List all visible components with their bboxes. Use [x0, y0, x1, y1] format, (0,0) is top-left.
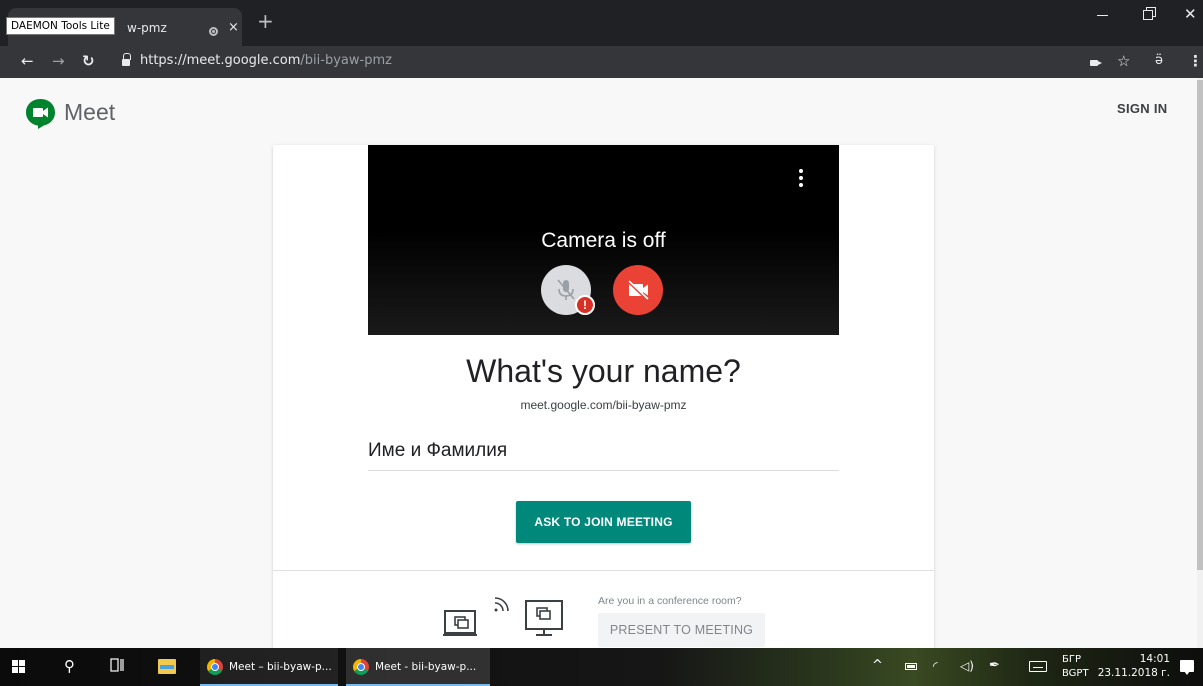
- taskbar-app-label: Meet - bii-byaw-p...: [375, 661, 477, 673]
- more-options-icon[interactable]: [798, 169, 804, 187]
- file-explorer-icon[interactable]: [158, 659, 176, 674]
- clock-time: 14:01: [1139, 653, 1170, 665]
- extension-icon[interactable]: ӛ: [1155, 52, 1163, 70]
- clock-date: 23.11.2018 г.: [1097, 667, 1170, 679]
- camera-toggle-button[interactable]: [613, 265, 663, 315]
- system-clock[interactable]: 14:01 23.11.2018 г.: [1092, 653, 1170, 680]
- url-scheme: https://: [140, 53, 187, 68]
- chrome-icon: [207, 659, 223, 675]
- window-close-icon[interactable]: ✕: [1184, 6, 1197, 22]
- windows-start-icon[interactable]: [12, 660, 26, 674]
- chrome-icon: [353, 659, 369, 675]
- forward-arrow-icon[interactable]: →: [52, 51, 65, 71]
- ask-to-join-button[interactable]: ASK TO JOIN MEETING: [516, 501, 691, 543]
- star-icon[interactable]: ☆: [1117, 52, 1130, 70]
- taskbar-app-chrome-2[interactable]: Meet - bii-byaw-p...: [346, 648, 490, 686]
- name-prompt: What's your name?: [466, 353, 741, 389]
- restore-icon[interactable]: [1143, 7, 1157, 21]
- pen-icon[interactable]: ✒: [989, 657, 1000, 675]
- menu-icon[interactable]: ⋮: [1188, 52, 1203, 70]
- reload-icon[interactable]: ↻: [82, 51, 95, 71]
- tab-title: w-pmz: [127, 21, 167, 35]
- meet-page: Meet SIGN IN Camera is off ! What's your…: [0, 78, 1203, 648]
- back-arrow-icon[interactable]: ←: [21, 51, 34, 71]
- recording-indicator-icon: [209, 27, 218, 36]
- wifi-icon[interactable]: ◜: [933, 657, 938, 675]
- camera-icon[interactable]: [1090, 60, 1102, 66]
- meeting-link: meet.google.com/bii-byaw-pmz: [520, 398, 687, 412]
- new-tab-button[interactable]: +: [257, 10, 274, 32]
- meet-brand: Meet: [64, 99, 116, 125]
- task-view-icon[interactable]: [110, 658, 124, 672]
- mic-alert-icon: !: [575, 295, 595, 315]
- taskbar-app-chrome-1[interactable]: Meet – bii-byaw-p...: [200, 648, 338, 686]
- lock-icon[interactable]: [122, 53, 131, 67]
- browser-toolbar: ← → ↻ https://meet.google.com/bii-byaw-p…: [0, 46, 1203, 78]
- camera-status: Camera is off: [541, 229, 666, 252]
- show-hidden-icons-icon[interactable]: ^: [872, 658, 883, 674]
- join-card: Camera is off ! What's your name? meet.g…: [273, 145, 934, 648]
- tab-close-icon[interactable]: ×: [228, 21, 239, 35]
- conference-room-icon: [443, 597, 563, 636]
- camera-off-icon: [626, 279, 650, 302]
- scrollbar-thumb[interactable]: [1197, 80, 1203, 570]
- touch-keyboard-icon[interactable]: [1029, 661, 1047, 672]
- conference-room-question: Are you in a conference room?: [598, 595, 742, 607]
- tab-tooltip: DAEMON Tools Lite: [6, 17, 115, 35]
- meet-logo-icon[interactable]: [24, 97, 57, 130]
- page-scrollbar[interactable]: [1197, 78, 1203, 648]
- name-input[interactable]: [368, 431, 839, 471]
- minimize-icon[interactable]: [1097, 5, 1109, 25]
- search-icon[interactable]: ⚲: [64, 657, 75, 675]
- url-host: meet.google.com: [186, 53, 301, 68]
- taskbar-app-label: Meet – bii-byaw-p...: [229, 661, 332, 673]
- notifications-icon[interactable]: [1180, 660, 1194, 675]
- battery-icon[interactable]: [905, 663, 917, 670]
- address-bar[interactable]: https://meet.google.com/bii-byaw-pmz: [140, 53, 392, 69]
- camera-preview: Camera is off !: [368, 145, 839, 335]
- volume-icon[interactable]: ◁): [960, 657, 974, 675]
- windows-taskbar: ⚲ Meet – bii-byaw-p... Meet - bii-byaw-p…: [0, 648, 1203, 686]
- divider: [273, 570, 934, 571]
- browser-titlebar: w-pmz × DAEMON Tools Lite + ✕: [0, 0, 1203, 46]
- present-to-meeting-button[interactable]: PRESENT TO MEETING: [598, 613, 765, 647]
- url-path: /bii-byaw-pmz: [300, 53, 392, 68]
- sign-in-button[interactable]: SIGN IN: [1117, 101, 1168, 117]
